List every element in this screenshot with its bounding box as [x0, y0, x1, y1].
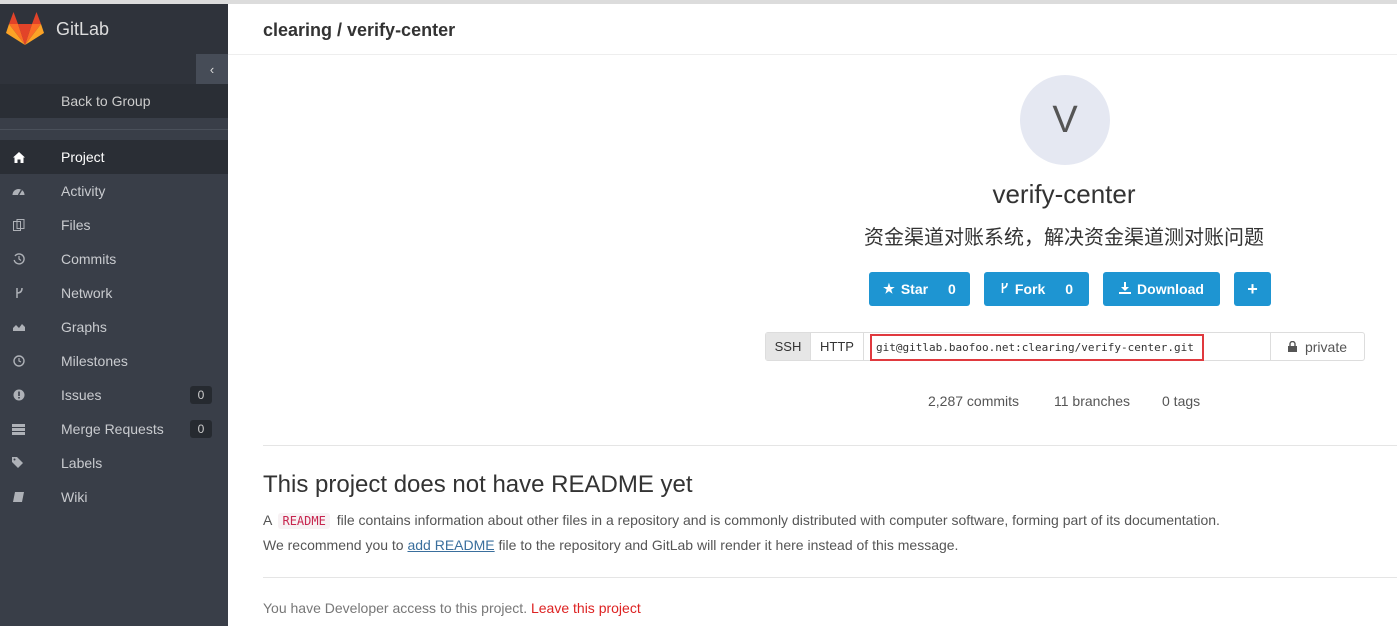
back-to-group-link[interactable]: Back to Group	[0, 84, 228, 118]
leave-project-link[interactable]: Leave this project	[531, 600, 641, 616]
visibility-badge: private	[1270, 333, 1364, 360]
divider	[263, 577, 1397, 578]
sidebar-item-milestones[interactable]: Milestones	[0, 344, 228, 378]
visibility-label: private	[1304, 338, 1348, 355]
fork-button[interactable]: Fork 0	[984, 272, 1089, 306]
fork-label: Fork	[1014, 281, 1046, 297]
readme-p1-suffix: file contains information about other fi…	[336, 512, 1220, 528]
history-icon	[0, 253, 61, 265]
sidebar-divider	[0, 129, 228, 130]
issues-count-badge: 0	[190, 386, 212, 404]
add-button[interactable]: +	[1234, 272, 1271, 306]
divider	[263, 445, 1397, 446]
sidebar-item-label: Files	[61, 217, 91, 233]
breadcrumb[interactable]: clearing / verify-center	[263, 20, 455, 41]
clone-panel: SSH HTTP git@gitlab.baofoo.net:clearing/…	[765, 332, 1365, 361]
exclamation-circle-icon	[0, 389, 61, 401]
sidebar-item-activity[interactable]: Activity	[0, 174, 228, 208]
branches-count-link[interactable]: 11 branches	[1054, 393, 1130, 409]
readme-recommendation: We recommend you to add README file to t…	[263, 537, 958, 553]
access-notice: You have Developer access to this projec…	[263, 600, 641, 616]
download-button[interactable]: Download	[1103, 272, 1220, 306]
clone-url-input[interactable]: git@gitlab.baofoo.net:clearing/verify-ce…	[870, 334, 1204, 361]
sidebar-item-project[interactable]: Project	[0, 140, 228, 174]
sidebar-item-label: Activity	[61, 183, 106, 199]
sidebar-item-label: Labels	[61, 455, 103, 471]
sidebar-item-merge-requests[interactable]: Merge Requests 0	[0, 412, 228, 446]
star-icon: ★	[883, 281, 895, 296]
clock-icon	[0, 355, 61, 367]
home-icon	[0, 151, 61, 163]
tags-icon	[0, 457, 61, 469]
sidebar-item-labels[interactable]: Labels	[0, 446, 228, 480]
code-fork-icon	[0, 287, 61, 299]
sidebar-item-network[interactable]: Network	[0, 276, 228, 310]
sidebar-item-label: Graphs	[61, 319, 107, 335]
tags-count-link[interactable]: 0 tags	[1162, 393, 1200, 409]
tasks-icon	[0, 423, 61, 435]
sidebar-item-issues[interactable]: Issues 0	[0, 378, 228, 412]
project-avatar: V	[1020, 75, 1110, 165]
star-button[interactable]: ★ Star 0	[869, 272, 970, 306]
sidebar: GitLab ‹ Back to Group Project Activity …	[0, 4, 228, 626]
readme-p2-prefix: We recommend you to	[263, 537, 404, 553]
book-icon	[0, 491, 61, 503]
project-description: 资金渠道对账系统，解决资金渠道测对账问题	[864, 225, 1264, 249]
download-icon	[1119, 281, 1132, 297]
sidebar-item-label: Commits	[61, 251, 117, 267]
dashboard-icon	[0, 186, 61, 196]
sidebar-item-label: Merge Requests	[61, 421, 164, 437]
lock-icon	[1287, 341, 1297, 352]
area-chart-icon	[0, 322, 61, 332]
ssh-tab[interactable]: SSH	[766, 333, 811, 360]
readme-heading: This project does not have README yet	[263, 471, 693, 498]
sidebar-item-label: Issues	[61, 387, 102, 403]
add-readme-link[interactable]: add README	[407, 537, 494, 553]
chevron-left-icon[interactable]: ‹	[196, 54, 228, 84]
commits-count-link[interactable]: 2,287 commits	[928, 393, 1019, 409]
brand[interactable]: GitLab	[0, 4, 228, 54]
http-tab[interactable]: HTTP	[811, 333, 864, 360]
sidebar-item-label: Wiki	[61, 489, 88, 505]
star-label: Star	[900, 281, 929, 297]
files-icon	[0, 219, 61, 231]
gitlab-logo-icon	[6, 11, 44, 47]
app-name: GitLab	[56, 18, 110, 39]
merge-requests-count-badge: 0	[190, 420, 212, 438]
collapse-row: ‹	[0, 54, 228, 84]
sidebar-item-graphs[interactable]: Graphs	[0, 310, 228, 344]
readme-explanation: A README file contains information about…	[263, 512, 1220, 529]
readme-code: README	[278, 513, 330, 529]
sidebar-item-files[interactable]: Files	[0, 208, 228, 242]
readme-p1-prefix: A	[263, 512, 272, 528]
sidebar-item-label: Network	[61, 285, 113, 301]
sidebar-item-wiki[interactable]: Wiki	[0, 480, 228, 514]
readme-p2-suffix: file to the repository and GitLab will r…	[498, 537, 959, 553]
access-text: You have Developer access to this projec…	[263, 600, 528, 616]
sidebar-item-label: Project	[61, 149, 105, 165]
project-title: verify-center	[992, 179, 1136, 209]
sidebar-item-label: Milestones	[61, 353, 128, 369]
sidebar-item-commits[interactable]: Commits	[0, 242, 228, 276]
fork-count: 0	[1065, 281, 1074, 297]
project-home: V verify-center 资金渠道对账系统，解决资金渠道测对账问题 ★ S…	[228, 55, 1397, 626]
download-label: Download	[1137, 281, 1204, 297]
code-fork-icon	[1000, 282, 1009, 297]
star-count: 0	[948, 281, 956, 297]
page-header: clearing / verify-center	[228, 4, 1397, 55]
